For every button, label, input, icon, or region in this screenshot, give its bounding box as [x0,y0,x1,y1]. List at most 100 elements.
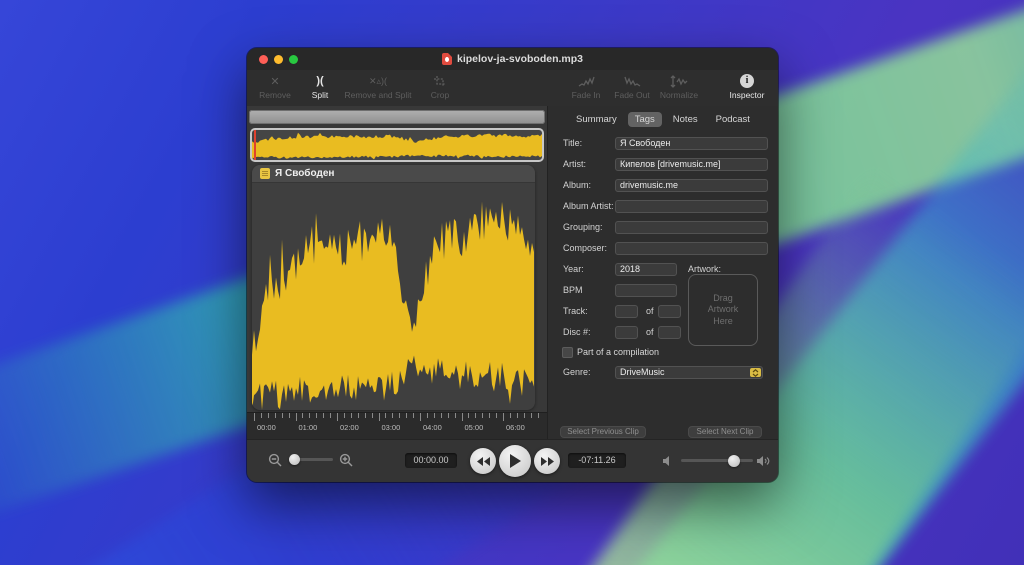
timeline-label: 05:00 [465,423,484,432]
main-waveform [252,182,535,410]
traffic-lights [259,48,298,70]
ruler-tick [489,413,490,418]
artwork-dropzone[interactable]: Drag Artwork Here [688,274,758,346]
title-field[interactable]: Я Свободен [615,137,768,150]
ruler-tick [406,413,407,418]
toolbar-inspector-button[interactable]: i Inspector [705,73,778,100]
ruler-tick [351,413,352,418]
close-button[interactable] [259,55,268,64]
fast-forward-button[interactable] [534,448,560,474]
disc-total-field[interactable] [658,326,681,339]
toolbar-crop-button[interactable]: Crop [398,73,482,100]
ruler-tick [420,413,421,421]
inspector-icon: i [705,73,778,89]
audio-clip[interactable]: Я Свободен [252,165,535,410]
select-previous-clip-button[interactable]: Select Previous Clip [560,426,646,438]
ruler-tick [538,413,539,418]
ruler-tick [289,413,290,418]
ruler-tick [365,413,366,418]
remaining-time-display: -07:11.26 [568,453,626,468]
overview-waveform [252,130,542,160]
app-window: kipelov-ja-svoboden.mp3 ✕ Remove )( Spli… [247,48,778,482]
ruler-tick [413,413,414,418]
ruler-tick [496,413,497,418]
ruler-tick [358,413,359,418]
waveform-panel: Я Свободен 00:0001:0002:0003:0004:0005:0… [247,106,547,440]
grouping-field[interactable] [615,221,768,234]
timeline-label: 02:00 [340,423,359,432]
zoom-slider-knob[interactable] [289,454,300,465]
bpm-field[interactable] [615,284,677,297]
ruler-tick [296,413,297,421]
waveform-overview[interactable] [250,128,544,162]
document-icon [442,53,452,65]
volume-slider[interactable] [681,459,753,462]
ruler-tick [399,413,400,418]
volume-low-icon[interactable] [662,454,672,472]
ruler-tick [434,413,435,418]
title-bar[interactable]: kipelov-ja-svoboden.mp3 [247,48,778,70]
ruler-tick [524,413,525,418]
window-title-text: kipelov-ja-svoboden.mp3 [457,53,583,65]
ruler-tick [344,413,345,418]
genre-value: DriveMusic [620,367,665,377]
composer-label: Composer: [563,242,607,255]
select-next-clip-button[interactable]: Select Next Clip [688,426,762,438]
album-field[interactable]: drivemusic.me [615,179,768,192]
ruler-tick [462,413,463,421]
inspector-tabs: Summary Tags Notes Podcast [548,112,778,127]
compilation-label: Part of a compilation [577,347,659,357]
timeline-label: 01:00 [299,423,318,432]
artwork-label: Artwork: [688,264,721,274]
title-label: Title: [563,137,582,150]
zoom-button[interactable] [289,55,298,64]
year-field[interactable]: 2018 [615,263,677,276]
ruler-tick [309,413,310,418]
zoom-in-icon[interactable] [339,453,354,473]
composer-field[interactable] [615,242,768,255]
genre-stepper-icon[interactable] [750,368,761,377]
bpm-label: BPM [563,284,583,297]
timeline-label: 00:00 [257,423,276,432]
clip-name: Я Свободен [275,168,334,179]
volume-high-icon[interactable] [757,454,771,472]
tab-tags[interactable]: Tags [628,112,662,127]
zoom-out-icon[interactable] [268,453,283,473]
timeline-ruler[interactable]: 00:0001:0002:0003:0004:0005:0006:00 [247,412,547,439]
rewind-button[interactable] [470,448,496,474]
genre-combobox[interactable]: DriveMusic [615,366,763,379]
timeline-label: 04:00 [423,423,442,432]
clip-header[interactable]: Я Свободен [252,165,535,183]
crop-icon [398,73,482,89]
ruler-tick [268,413,269,418]
album-artist-field[interactable] [615,200,768,213]
ruler-tick [448,413,449,418]
horizontal-scrollbar[interactable] [249,110,545,124]
ruler-tick [455,413,456,418]
year-label: Year: [563,263,584,276]
disc-number-field[interactable] [615,326,638,339]
clip-body[interactable] [252,182,535,410]
artist-field[interactable]: Кипелов [drivemusic.me] [615,158,768,171]
ruler-tick [275,413,276,418]
track-total-field[interactable] [658,305,681,318]
ruler-tick [427,413,428,418]
ruler-tick [254,413,255,421]
disc-of-label: of [646,326,654,339]
ruler-tick [482,413,483,418]
volume-slider-knob[interactable] [728,455,740,467]
ruler-tick [510,413,511,418]
compilation-checkbox[interactable] [562,347,573,358]
play-button[interactable] [499,445,531,477]
disc-label: Disc #: [563,326,591,339]
tab-summary[interactable]: Summary [569,112,624,127]
ruler-tick [517,413,518,418]
minimize-button[interactable] [274,55,283,64]
genre-label: Genre: [563,366,591,379]
ruler-tick [302,413,303,418]
elapsed-time-display: 00:00.00 [405,453,457,468]
track-number-field[interactable] [615,305,638,318]
playhead[interactable] [254,130,256,160]
tab-podcast[interactable]: Podcast [709,112,757,127]
tab-notes[interactable]: Notes [666,112,705,127]
